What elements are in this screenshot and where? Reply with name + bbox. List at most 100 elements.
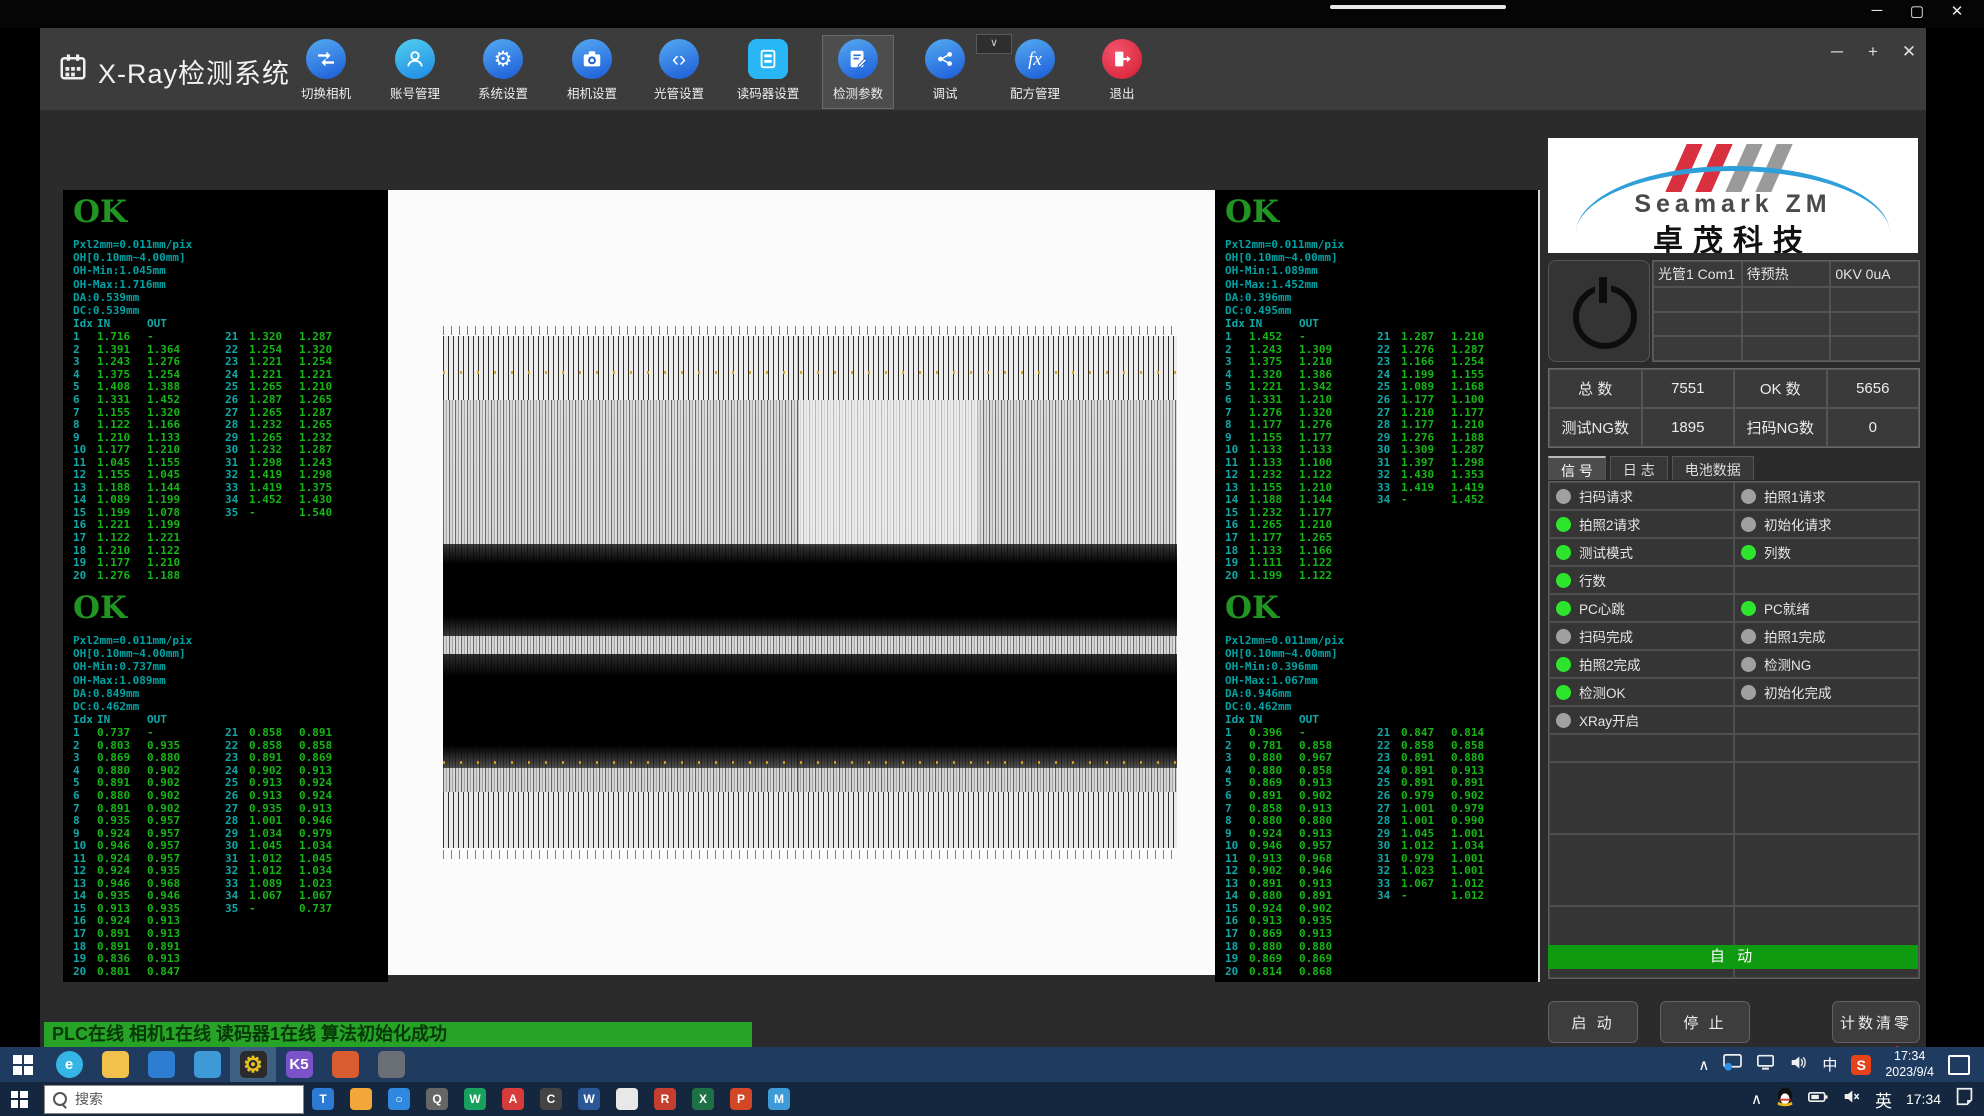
table-row: 80.9350.957 bbox=[73, 815, 197, 828]
screen-top-bar: ─ ▢ ✕ bbox=[0, 0, 1984, 28]
screen-maximize-button[interactable]: ▢ bbox=[1908, 2, 1926, 20]
left-measurement-panel: OKPxl2mm=0.011mm/pixOH[0.10mm~4.00mm]OH-… bbox=[63, 190, 388, 982]
table-row: 190.8360.913 bbox=[73, 953, 197, 966]
indicator-row: 拍照2请求初始化请求 bbox=[1549, 510, 1919, 538]
taskbar-app-mail-client[interactable]: M bbox=[760, 1082, 798, 1116]
start-button-inner[interactable] bbox=[0, 1082, 38, 1116]
xray-app-icon: ⚙ bbox=[240, 1051, 267, 1078]
tab-日志[interactable]: 日 志 bbox=[1610, 456, 1668, 480]
indicator-dot bbox=[1741, 545, 1756, 560]
taskbar-app-wps[interactable]: W bbox=[456, 1082, 494, 1116]
xray-image-viewport[interactable] bbox=[388, 190, 1215, 975]
ppt-icon: P bbox=[730, 1088, 752, 1110]
app-title: X-Ray检测系统 bbox=[98, 52, 290, 91]
table-row: 10.737- bbox=[73, 727, 197, 740]
table-row: 34-1.452 bbox=[1377, 494, 1501, 507]
taskbar-app-notepad[interactable] bbox=[608, 1082, 646, 1116]
app-restore-button[interactable]: + bbox=[1864, 42, 1882, 62]
taskbar-app-folder[interactable] bbox=[342, 1082, 380, 1116]
taskbar-app-ppt[interactable]: P bbox=[722, 1082, 760, 1116]
toolbar-item-barcode-reader[interactable]: 读码器设置 bbox=[733, 36, 803, 108]
taskbar-app-reader[interactable]: R bbox=[646, 1082, 684, 1116]
taskbar-app-photos[interactable] bbox=[368, 1047, 414, 1082]
indicator-label: 检测OK bbox=[1579, 682, 1626, 702]
network-display-icon[interactable] bbox=[1756, 1054, 1775, 1076]
sticky-notes-icon[interactable] bbox=[1955, 1087, 1974, 1111]
taskbar-app-file-explorer[interactable] bbox=[92, 1047, 138, 1082]
tab-电池数据[interactable]: 电池数据 bbox=[1672, 456, 1754, 480]
tube-status-cell: 光管1 Com1 bbox=[1653, 261, 1742, 287]
indicator-dot bbox=[1741, 489, 1756, 504]
taskbar-app-browser[interactable]: ○ bbox=[380, 1082, 418, 1116]
action-center-icon[interactable] bbox=[1948, 1055, 1970, 1075]
start-button-outer[interactable] bbox=[0, 1047, 46, 1082]
volume-muted-icon[interactable] bbox=[1842, 1088, 1861, 1110]
toolbar-item-user-account[interactable]: 账号管理 bbox=[380, 36, 450, 108]
toolbar-item-exit-door[interactable]: 退出 bbox=[1087, 36, 1157, 108]
table-row: 201.2761.188 bbox=[73, 570, 197, 583]
data-column-1: 10.737-20.8030.93530.8690.88040.8800.902… bbox=[73, 727, 197, 978]
taskbar-app-color-editor[interactable] bbox=[322, 1047, 368, 1082]
taskbar-app-word[interactable]: W bbox=[570, 1082, 608, 1116]
xray-annotation-marks-bottom bbox=[443, 850, 1177, 859]
xray-power-button[interactable] bbox=[1548, 260, 1650, 362]
taskbar-app-mail[interactable] bbox=[184, 1047, 230, 1082]
indicator-label: 初始化完成 bbox=[1764, 682, 1832, 702]
tim-icon: T bbox=[312, 1088, 334, 1110]
indicator-label: 行数 bbox=[1579, 570, 1606, 590]
sogou-input-icon[interactable]: S bbox=[1851, 1055, 1871, 1075]
screen-minimize-button[interactable]: ─ bbox=[1868, 2, 1886, 20]
toolbar-item-swap-camera[interactable]: 切换相机 bbox=[291, 36, 361, 108]
qq-icon[interactable] bbox=[1776, 1087, 1794, 1112]
toolbar-item-camera-settings[interactable]: 相机设置 bbox=[557, 36, 627, 108]
clear-count-button[interactable]: 计数清零 bbox=[1832, 1001, 1920, 1043]
toolbar-item-debug-nodes[interactable]: 调试 bbox=[910, 36, 980, 108]
taskbar-app-excel[interactable]: X bbox=[684, 1082, 722, 1116]
stat-label: 总 数 bbox=[1549, 369, 1642, 408]
taskbar-app-capture-tool[interactable]: C bbox=[532, 1082, 570, 1116]
table-row: 101.1771.210 bbox=[73, 444, 197, 457]
taskbar-app-tim[interactable]: T bbox=[304, 1082, 342, 1116]
toolbar-item-recipe-fx[interactable]: fx配方管理 bbox=[1000, 36, 1070, 108]
tray-chevron-icon-inner[interactable]: ∧ bbox=[1751, 1090, 1762, 1108]
taskbar-app-edge-browser[interactable]: e bbox=[46, 1047, 92, 1082]
taskbar-inner-apps: T○QWACWRXPM bbox=[304, 1082, 798, 1116]
volume-icon[interactable] bbox=[1789, 1054, 1808, 1076]
ime-indicator-inner[interactable]: 英 bbox=[1875, 1087, 1892, 1112]
taskbar-app-ks-tool[interactable]: K5 bbox=[276, 1047, 322, 1082]
table-row: 281.0010.946 bbox=[225, 815, 349, 828]
data-columns: 11.716-21.3911.36431.2431.27641.3751.254… bbox=[73, 331, 383, 582]
remote-session-collapsed-bar[interactable] bbox=[1330, 5, 1506, 9]
screen-close-button[interactable]: ✕ bbox=[1948, 2, 1966, 20]
ime-indicator-outer[interactable]: 中 bbox=[1822, 1054, 1837, 1075]
table-row: 100.9460.957 bbox=[73, 840, 197, 853]
time-inner[interactable]: 17:34 bbox=[1906, 1091, 1941, 1107]
taskbar-app-xray-app[interactable]: ⚙ bbox=[230, 1047, 276, 1082]
mail-client-icon: M bbox=[768, 1088, 790, 1110]
taskbar-inner-tray: ∧ 英 17:34 bbox=[1751, 1082, 1984, 1116]
clock-outer[interactable]: 17:34 2023/9/4 bbox=[1885, 1049, 1934, 1080]
everything-search-icon: Q bbox=[426, 1088, 448, 1110]
toolbar-item-inspect-params[interactable]: 检测参数 bbox=[823, 36, 893, 108]
battery-icon[interactable] bbox=[1808, 1090, 1828, 1109]
indicator-label: 拍照2完成 bbox=[1579, 654, 1641, 674]
taskbar-app-everything-search[interactable]: Q bbox=[418, 1082, 456, 1116]
taskbar-search-input[interactable]: 搜索 bbox=[44, 1085, 304, 1114]
capture-tool-icon: C bbox=[540, 1088, 562, 1110]
tray-chevron-icon[interactable]: ∧ bbox=[1698, 1056, 1709, 1074]
table-row: 60.8910.902 bbox=[1225, 790, 1349, 803]
toolbar-item-tube-settings[interactable]: ‹›光管设置 bbox=[644, 36, 714, 108]
start-button[interactable]: 启 动 bbox=[1548, 1001, 1638, 1043]
taskbar-app-pdf-reader[interactable]: A bbox=[494, 1082, 532, 1116]
taskbar-app-store[interactable] bbox=[138, 1047, 184, 1082]
date-outer: 2023/9/4 bbox=[1885, 1065, 1934, 1079]
indicator-row: XRay开启 bbox=[1549, 706, 1919, 734]
stop-button[interactable]: 停 止 bbox=[1660, 1001, 1750, 1043]
toolbar-item-system-gear[interactable]: ⚙系统设置 bbox=[468, 36, 538, 108]
remote-access-icon[interactable] bbox=[1723, 1054, 1742, 1076]
data-column-2: 210.8580.891220.8580.858230.8910.869240.… bbox=[225, 727, 349, 978]
app-close-button[interactable]: ✕ bbox=[1900, 42, 1918, 62]
indicator-label: 拍照2请求 bbox=[1579, 514, 1641, 534]
tab-信号[interactable]: 信 号 bbox=[1548, 456, 1606, 480]
app-minimize-button[interactable]: ─ bbox=[1828, 42, 1846, 62]
